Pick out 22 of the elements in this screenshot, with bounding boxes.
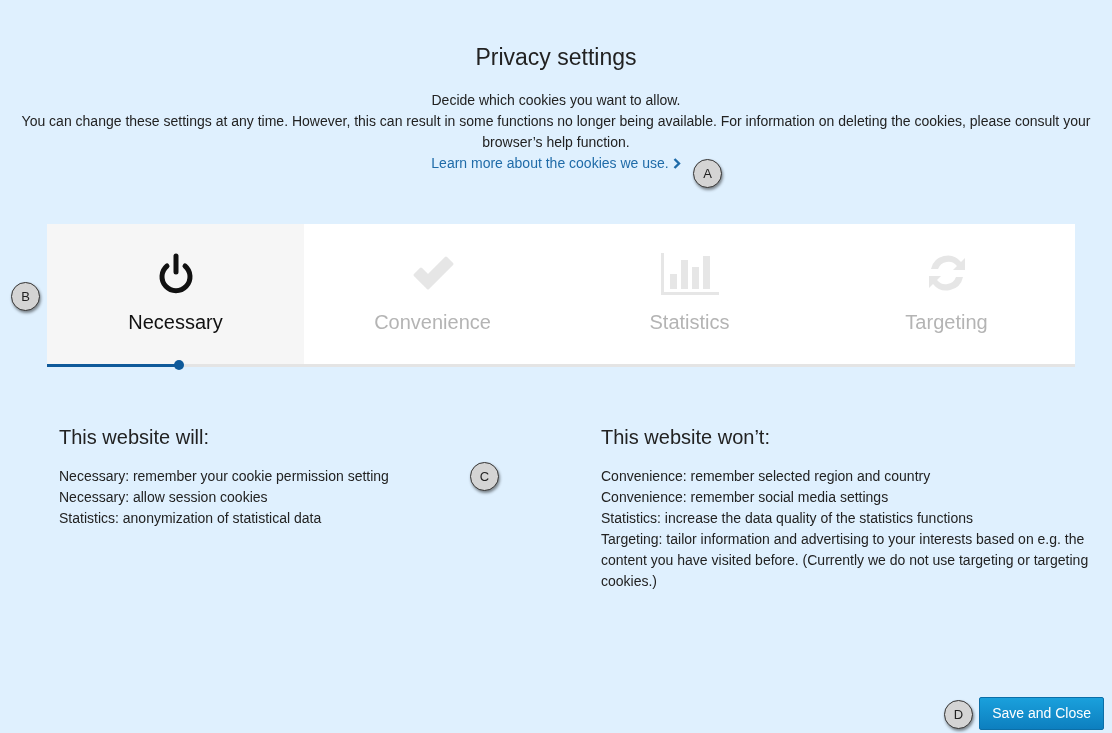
section-heading: This website won’t: bbox=[601, 424, 771, 450]
list-item: Necessary: allow session cookies bbox=[59, 487, 268, 507]
callout-marker: C bbox=[470, 462, 499, 491]
intro-text: Decide which cookies you want to allow. bbox=[430, 90, 682, 110]
callout-marker: D bbox=[944, 700, 973, 729]
category-tab[interactable]: Necessary bbox=[47, 223, 304, 364]
callout-marker: A bbox=[693, 159, 722, 188]
callout-marker: B bbox=[11, 282, 40, 311]
list-item: Convenience: remember social media settings bbox=[601, 487, 889, 507]
learn-more-link[interactable]: Learn more about the cookies we use. bbox=[431, 152, 669, 174]
list-item: Convenience: remember selected region and country bbox=[601, 466, 931, 486]
intro-text: You can change these settings at any time. However, this can result in some functions no longer being available. For information on deleting the cookies, please consult your browser’s help function. bbox=[20, 111, 1092, 152]
chevron-right-icon bbox=[672, 157, 681, 169]
list-item: Statistics: increase the data quality of the statistics functions bbox=[601, 508, 973, 528]
page-title: Privacy settings bbox=[474, 43, 638, 72]
list-item: Statistics: anonymization of statistical data bbox=[59, 508, 322, 528]
section-heading: This website will: bbox=[59, 424, 211, 450]
list-item: Targeting: tailor information and advertising to your interests based on e.g. the content you have visited before. (Currently we do not use targeting or targeting cookies.) bbox=[601, 529, 1090, 591]
slider-handle[interactable] bbox=[173, 359, 184, 370]
list-item: Necessary: remember your cookie permission setting bbox=[59, 466, 389, 486]
bar-chart-icon bbox=[658, 250, 721, 297]
save-and-close-button[interactable]: Save and Close bbox=[979, 697, 1104, 730]
